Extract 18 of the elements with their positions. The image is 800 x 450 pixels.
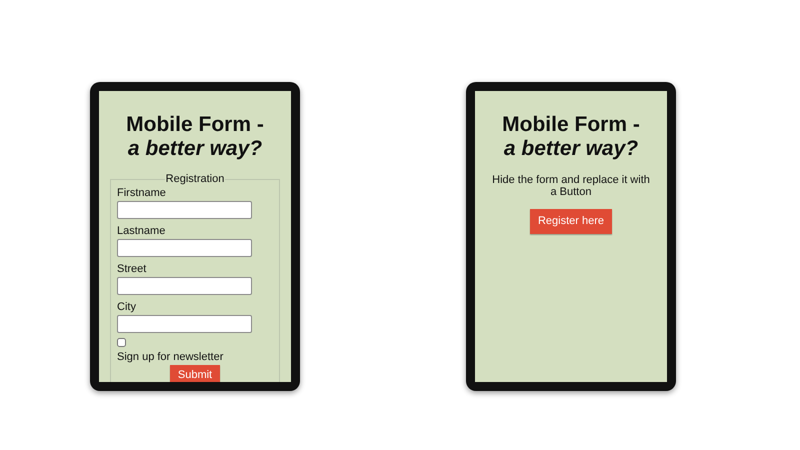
- field-label: City: [117, 300, 137, 314]
- input-field[interactable]: [117, 277, 252, 295]
- info-text: Hide the form and replace it with a Button: [491, 174, 651, 198]
- page-subtitle: a better way?: [504, 137, 638, 161]
- page-subtitle: a better way?: [128, 137, 262, 161]
- input-field[interactable]: [117, 201, 252, 219]
- field-label: Street: [117, 262, 148, 276]
- newsletter-checkbox[interactable]: [117, 338, 126, 347]
- checkbox-label: Sign up for newsletter: [117, 350, 224, 364]
- page-title: Mobile Form -: [502, 113, 640, 137]
- field-label: Lastname: [117, 224, 166, 238]
- page-title: Mobile Form -: [126, 113, 264, 137]
- input-field[interactable]: [117, 239, 252, 257]
- input-field[interactable]: [117, 315, 252, 333]
- field-label: Firstname: [117, 186, 167, 200]
- submit-button[interactable]: Submit: [170, 365, 220, 382]
- fieldset-legend: Registration: [164, 173, 226, 186]
- register-button[interactable]: Register here: [530, 209, 612, 234]
